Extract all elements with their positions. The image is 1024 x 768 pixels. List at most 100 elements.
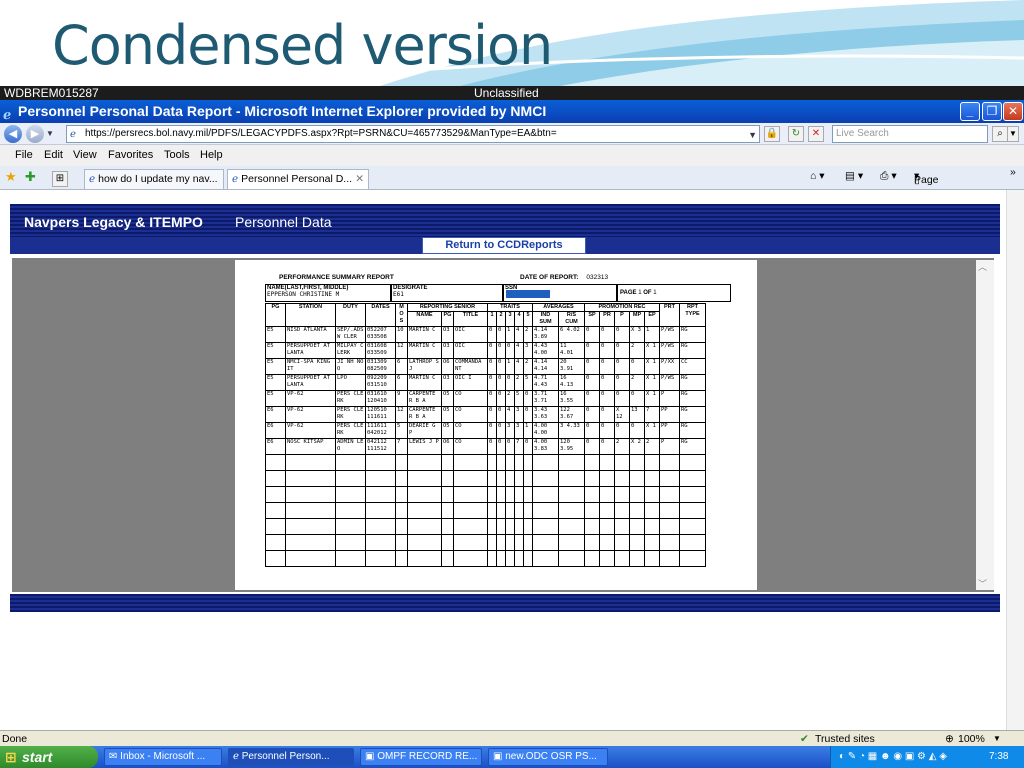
minimize-button[interactable]: _ [960, 102, 980, 121]
cell-t3: 4 [505, 406, 515, 423]
forward-button[interactable]: ▶ [26, 125, 44, 143]
cell-t4: 7 [514, 438, 524, 455]
close-button[interactable]: ✕ [1003, 102, 1023, 121]
empty-cell [558, 518, 585, 535]
empty-cell [441, 470, 454, 487]
pdf-scrollbar[interactable]: ︿ ﹀ [976, 260, 994, 590]
close-tab-icon[interactable]: ✕ [355, 170, 364, 188]
cell-ep: X 1 [644, 390, 660, 407]
cell-t3: 0 [505, 374, 515, 391]
add-favorite-icon[interactable]: ✚ [25, 169, 36, 185]
chevron-more-icon[interactable]: » [1010, 166, 1016, 178]
cell-station: PERSUPPDET AT LANTA [285, 374, 336, 391]
empty-cell [407, 518, 442, 535]
tab-personnel-personal[interactable]: ℯ Personnel Personal D... ✕ [227, 169, 369, 189]
cell-dates: 052207 033508 [365, 326, 396, 343]
empty-cell [335, 534, 366, 551]
task-label: OMPF RECORD RE... [377, 751, 478, 762]
clock: 7:38 [989, 751, 1009, 762]
empty-cell [335, 470, 366, 487]
col-sp: SP [584, 311, 600, 327]
menu-tools[interactable]: Tools [164, 145, 190, 166]
menu-file[interactable]: File [15, 145, 33, 166]
empty-cell [395, 534, 408, 551]
empty-cell [629, 518, 645, 535]
print-icon[interactable]: ⎙ ▾ [880, 170, 897, 183]
empty-cell [453, 486, 488, 503]
feeds-icon[interactable]: ▤ ▾ [845, 170, 863, 182]
back-button[interactable]: ◀ [4, 125, 22, 143]
menu-view[interactable]: View [73, 145, 97, 166]
cell-rs-name: DEARIE G P [407, 422, 442, 439]
empty-cell [407, 470, 442, 487]
refresh-icon[interactable]: ↻ [788, 126, 804, 142]
cell-mp: 0 [629, 390, 645, 407]
cell-ep: X 1 [644, 422, 660, 439]
empty-cell [407, 486, 442, 503]
lock-icon[interactable]: 🔒 [764, 126, 780, 142]
col-rpt-type: RPT TYPE [679, 303, 706, 327]
address-bar[interactable]: ℯ https://persrecs.bol.navy.mil/PDFS/LEG… [66, 125, 760, 143]
cell-rs-pg: O6 [441, 358, 454, 375]
page-menu-label: Page [914, 174, 939, 186]
empty-cell [407, 454, 442, 471]
empty-cell [487, 550, 497, 567]
col-t4: 4 [514, 311, 524, 327]
cell-rs-title: CO [453, 438, 488, 455]
cell-rs-pg: O5 [441, 406, 454, 423]
cell-t4: 3 [514, 422, 524, 439]
empty-cell [614, 470, 630, 487]
col-ind-sum: IND SUM [532, 311, 559, 327]
empty-cell [644, 470, 660, 487]
cell-mp: 2 [629, 374, 645, 391]
menu-help[interactable]: Help [200, 145, 223, 166]
vertical-scrollbar[interactable] [1006, 190, 1024, 730]
quick-tabs-icon[interactable]: ⊞ [52, 171, 68, 187]
empty-cell [505, 550, 515, 567]
scroll-up-icon[interactable]: ︿ [978, 260, 987, 273]
ssn-redaction [506, 290, 550, 298]
start-button[interactable]: ⊞ start [0, 746, 98, 768]
tab-how-do-i-update[interactable]: ℯ how do I update my nav... [84, 169, 224, 189]
empty-cell [514, 502, 524, 519]
return-to-ccdreports-button[interactable]: Return to CCDReports [422, 237, 586, 254]
maximize-button[interactable]: ❐ [982, 102, 1002, 121]
cell-duty: PERS CLE RK [335, 406, 366, 423]
tray-icons[interactable]: ◐ ✎ ◔ ▦ ☻ ◉ ▣ ⚙ ◭ ◈ [839, 746, 947, 768]
cell-type: RG [679, 342, 706, 359]
zoom-level[interactable]: 100% [958, 731, 985, 747]
zoom-dropdown-icon[interactable]: ▼ [993, 731, 1001, 747]
name-box: NAME(LAST,FIRST, MIDDLE) EPPERSON CHRIST… [265, 284, 391, 302]
cell-pg: E5 [265, 358, 286, 375]
zoom-icon[interactable]: ⊕ [945, 731, 954, 747]
task-personnel[interactable]: ℯ Personnel Person... [228, 748, 354, 766]
portal-footer [10, 594, 1000, 612]
cell-mos: 6 [395, 358, 408, 375]
cell-pr: 0 [599, 390, 615, 407]
page-menu[interactable]: ▯ Page ▾ [914, 170, 939, 186]
menu-edit[interactable]: Edit [44, 145, 63, 166]
cell-rs-name: LEWIS J P [407, 438, 442, 455]
history-dropdown-icon[interactable]: ▼ [46, 129, 54, 138]
home-icon[interactable]: ⌂ ▾ [810, 170, 825, 182]
tab-bar: ★ ✚ ⊞ ℯ how do I update my nav... ℯ Pers… [0, 166, 1024, 190]
cell-p: X 12 [614, 406, 630, 423]
col-t2: 2 [496, 311, 506, 327]
favorites-star-icon[interactable]: ★ [5, 169, 17, 185]
empty-cell [514, 534, 524, 551]
empty-cell [614, 454, 630, 471]
search-input[interactable]: Live Search [832, 125, 988, 143]
address-dropdown-icon[interactable]: ▼ [748, 127, 757, 142]
cell-t5: 1 [523, 422, 533, 439]
task-inbox[interactable]: ✉ Inbox - Microsoft ... [104, 748, 222, 766]
stop-icon[interactable]: ✕ [808, 126, 824, 142]
task-odc[interactable]: ▣ new.ODC OSR PS... [488, 748, 608, 766]
empty-cell [496, 470, 506, 487]
search-options-icon[interactable]: ▼ [1007, 126, 1019, 142]
scroll-down-icon[interactable]: ﹀ [978, 577, 987, 590]
empty-cell [487, 486, 497, 503]
empty-cell [505, 454, 515, 471]
menu-favorites[interactable]: Favorites [108, 145, 153, 166]
task-ompf[interactable]: ▣ OMPF RECORD RE... [360, 748, 482, 766]
search-icon[interactable]: ⌕ [992, 126, 1008, 142]
